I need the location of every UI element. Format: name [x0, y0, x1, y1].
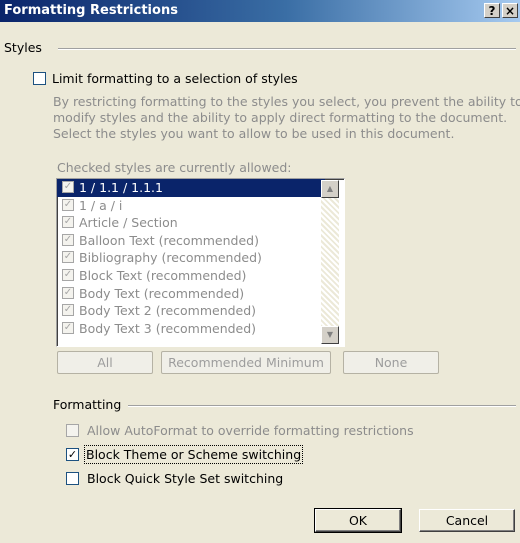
styles-listbox[interactable]: ✓ 1 / 1.1 / 1.1.1 ✓ 1 / a / i ✓ Article … — [56, 178, 345, 347]
block-theme-label[interactable]: Block Theme or Scheme switching — [83, 445, 304, 464]
style-checkbox[interactable]: ✓ — [62, 286, 74, 299]
style-checkbox[interactable]: ✓ — [62, 251, 74, 264]
style-checkbox[interactable]: ✓ — [62, 268, 74, 281]
style-checkbox[interactable]: ✓ — [62, 181, 74, 193]
list-item[interactable]: ✓ 1 / a / i — [57, 197, 344, 215]
checked-styles-label: Checked styles are currently allowed: — [57, 160, 292, 175]
style-checkbox[interactable]: ✓ — [62, 233, 74, 246]
cancel-button[interactable]: Cancel — [419, 509, 515, 532]
all-button[interactable]: All — [57, 351, 153, 374]
recommended-minimum-button[interactable]: Recommended Minimum — [161, 351, 331, 374]
none-button[interactable]: None — [343, 351, 439, 374]
title-bar: Formatting Restrictions ? × — [0, 0, 520, 22]
block-quick-style-label[interactable]: Block Quick Style Set switching — [87, 471, 283, 486]
block-theme-checkbox[interactable]: ✓ — [66, 448, 79, 461]
list-item[interactable]: ✓ Article / Section — [57, 214, 344, 232]
ok-button[interactable]: OK — [314, 508, 402, 533]
window-title: Formatting Restrictions — [4, 3, 178, 18]
list-item[interactable]: ✓ Body Text 2 (recommended) — [57, 302, 344, 320]
limit-formatting-label[interactable]: Limit formatting to a selection of style… — [52, 71, 298, 86]
scroll-up-icon[interactable]: ▲ — [321, 180, 339, 198]
list-item[interactable]: ✓ Block Text (recommended) — [57, 267, 344, 285]
allow-autoformat-checkbox[interactable] — [66, 424, 79, 437]
styles-description: By restricting formatting to the styles … — [53, 94, 520, 141]
style-checkbox[interactable]: ✓ — [62, 216, 74, 229]
scroll-down-icon[interactable]: ▼ — [321, 326, 339, 344]
block-quick-style-checkbox[interactable] — [66, 472, 79, 485]
list-item[interactable]: ✓ Body Text 3 (recommended) — [57, 320, 344, 338]
style-checkbox[interactable]: ✓ — [62, 198, 74, 211]
close-button[interactable]: × — [502, 3, 518, 18]
style-checkbox[interactable]: ✓ — [62, 321, 74, 334]
formatting-group-divider — [128, 405, 516, 407]
list-item[interactable]: ✓ 1 / 1.1 / 1.1.1 — [57, 179, 325, 197]
limit-formatting-checkbox[interactable] — [33, 72, 46, 85]
formatting-group-label: Formatting — [53, 397, 122, 412]
list-item[interactable]: ✓ Bibliography (recommended) — [57, 249, 344, 267]
styles-group-label: Styles — [4, 40, 42, 55]
style-checkbox[interactable]: ✓ — [62, 304, 74, 317]
list-item[interactable]: ✓ Balloon Text (recommended) — [57, 232, 344, 250]
help-button[interactable]: ? — [484, 3, 500, 18]
styles-list-scrollbar[interactable]: ▲ ▼ — [321, 180, 339, 344]
styles-group-divider — [58, 48, 516, 50]
allow-autoformat-label[interactable]: Allow AutoFormat to override formatting … — [87, 423, 414, 438]
list-item[interactable]: ✓ Body Text (recommended) — [57, 285, 344, 303]
